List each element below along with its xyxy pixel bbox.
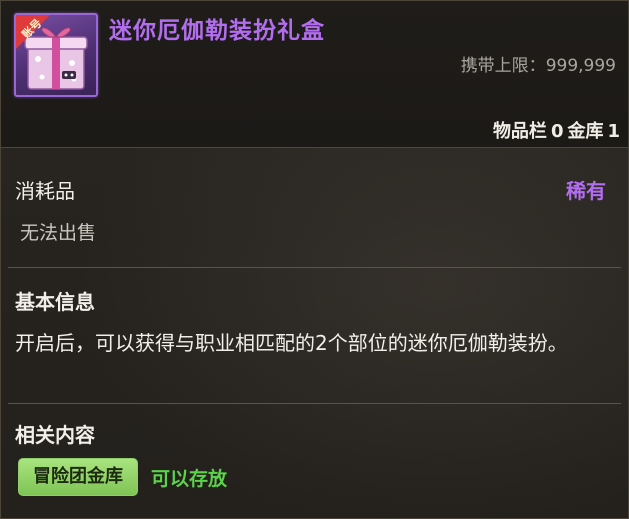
carry-limit-value: 999,999 bbox=[545, 56, 616, 76]
item-tooltip: 账号 迷你厄伽勒装扮礼盒 携带上限：999,999 物品栏 0 金库 1 消耗品 稀有… bbox=[0, 0, 629, 519]
item-rarity: 稀有 bbox=[566, 179, 606, 203]
item-type: 消耗品 bbox=[15, 179, 75, 203]
item-description: 开启后，可以获得与职业相匹配的2个部位的迷你厄伽勒装扮。 bbox=[15, 331, 568, 355]
storable-status: 可以存放 bbox=[151, 468, 228, 490]
inventory-count: 0 bbox=[550, 121, 564, 142]
carry-limit: 携带上限：999,999 bbox=[461, 51, 616, 76]
vault-label: 金库 bbox=[567, 121, 604, 142]
tooltip-header: 账号 迷你厄伽勒装扮礼盒 携带上限：999,999 物品栏 0 金库 1 bbox=[1, 1, 628, 148]
vault-count: 1 bbox=[607, 121, 620, 142]
item-name: 迷你厄伽勒装扮礼盒 bbox=[109, 18, 325, 44]
divider bbox=[8, 403, 621, 404]
adventure-vault-button[interactable]: 冒险团金库 bbox=[18, 458, 138, 496]
sell-status: 无法出售 bbox=[20, 222, 97, 244]
related-title: 相关内容 bbox=[15, 423, 95, 447]
inventory-label: 物品栏 bbox=[492, 121, 547, 142]
divider bbox=[8, 267, 621, 268]
basic-info-title: 基本信息 bbox=[15, 290, 95, 314]
carry-limit-label: 携带上限： bbox=[460, 56, 546, 76]
storage-counts: 物品栏 0 金库 1 bbox=[489, 117, 620, 143]
